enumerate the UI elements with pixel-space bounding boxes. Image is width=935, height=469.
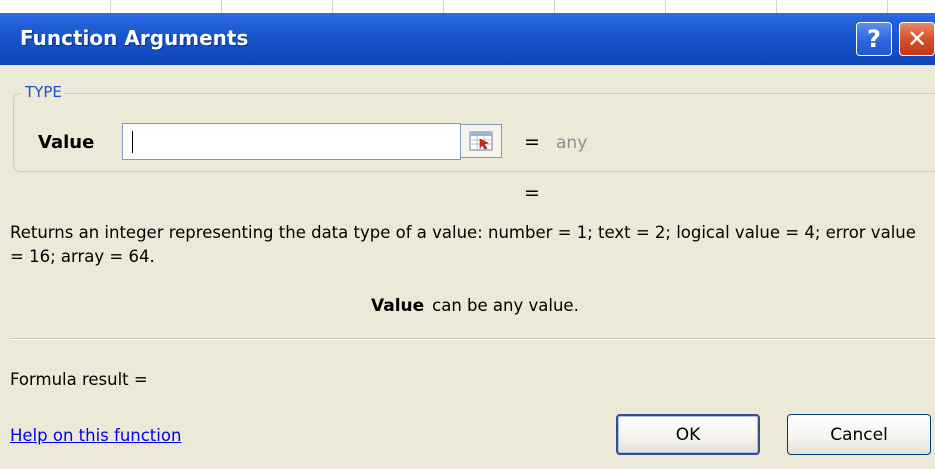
- close-button[interactable]: ✕: [899, 22, 935, 56]
- cancel-button-label: Cancel: [830, 424, 888, 445]
- worksheet-strip: [0, 0, 935, 13]
- function-description: Returns an integer representing the data…: [10, 223, 916, 266]
- dialog-body: TYPE Value = any = Returns an integer re…: [0, 65, 935, 469]
- question-icon: ?: [867, 25, 881, 53]
- dialog-titlebar[interactable]: Function Arguments ? ✕: [0, 13, 935, 65]
- function-result-equals: =: [524, 182, 540, 204]
- ok-button[interactable]: OK: [616, 414, 760, 455]
- value-input[interactable]: [122, 123, 461, 160]
- argument-help-text: can be any value.: [432, 296, 579, 315]
- help-on-function-link[interactable]: Help on this function: [10, 426, 181, 445]
- argument-equals: =: [524, 131, 540, 153]
- help-button[interactable]: ?: [856, 22, 892, 56]
- argument-label: Value: [38, 132, 95, 153]
- group-label: TYPE: [22, 83, 65, 101]
- collapse-dialog-button[interactable]: [460, 124, 502, 158]
- ok-button-label: OK: [675, 424, 701, 445]
- dialog-title: Function Arguments: [20, 26, 249, 50]
- text-caret: [132, 131, 133, 153]
- collapse-dialog-icon: [469, 131, 493, 151]
- close-icon: ✕: [906, 25, 928, 53]
- divider: [10, 338, 935, 340]
- formula-result: Formula result =: [10, 370, 148, 389]
- cancel-button[interactable]: Cancel: [787, 414, 931, 455]
- argument-help: Value can be any value.: [371, 296, 579, 316]
- argument-evaluated-value: any: [556, 133, 588, 153]
- argument-help-name: Value: [371, 296, 425, 316]
